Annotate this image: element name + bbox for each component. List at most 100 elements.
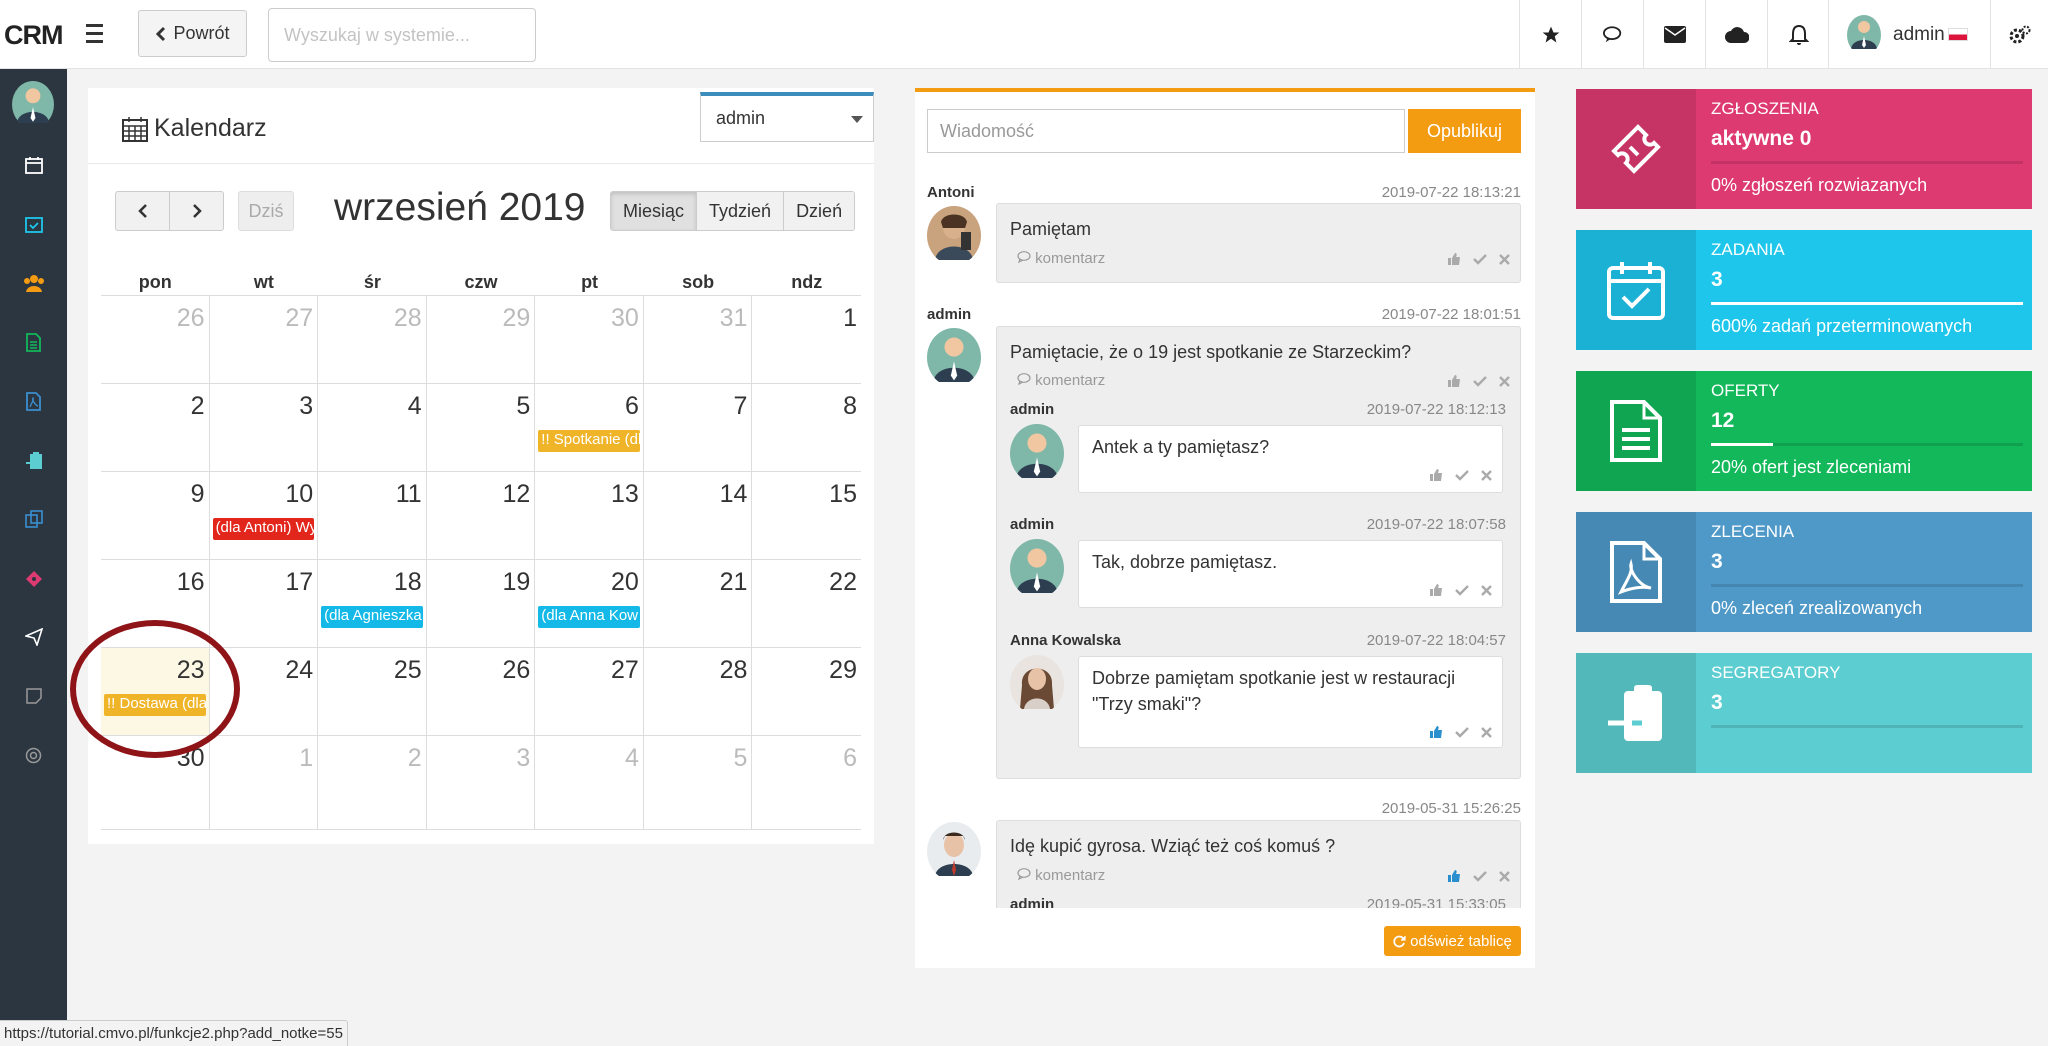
calendar-day[interactable]: 26 [427, 648, 536, 735]
calendar-day[interactable]: 19 [427, 560, 536, 647]
thumbs-up-icon[interactable] [1447, 252, 1461, 266]
sidebar-item-contacts[interactable] [0, 255, 67, 311]
sidebar-avatar[interactable] [12, 81, 54, 128]
comment-link[interactable]: komentarz [1017, 372, 1105, 389]
chat-bubbles-icon[interactable] [1581, 0, 1643, 69]
close-icon[interactable] [1481, 726, 1492, 738]
settings-cogs-icon[interactable] [1990, 0, 2048, 69]
sidebar-item-copies[interactable] [0, 491, 67, 547]
envelope-icon[interactable] [1643, 0, 1705, 69]
cloud-icon[interactable] [1705, 0, 1767, 69]
check-icon[interactable] [1455, 726, 1469, 738]
calendar-day[interactable]: 27 [535, 648, 644, 735]
calendar-event[interactable]: (dla Agnieszka [321, 606, 423, 628]
calendar-user-select[interactable]: admin [700, 92, 874, 142]
sidebar-item-orders[interactable] [0, 373, 67, 429]
calendar-day[interactable]: 8 [752, 384, 861, 471]
wall-feed[interactable]: Antoni 2019-07-22 18:13:21 Pamiętam kome… [915, 184, 1535, 908]
tile-offers[interactable]: OFERTY 12 20% ofert jest zleceniami [1576, 371, 2032, 491]
calendar-day[interactable]: 20 (dla Anna Kow [535, 560, 644, 647]
calendar-event[interactable]: !! Spotkanie (dla [538, 430, 640, 452]
calendar-day[interactable]: 28 [644, 648, 753, 735]
star-icon[interactable] [1519, 0, 1581, 69]
calendar-day[interactable]: 4 [535, 736, 644, 829]
calendar-prev-button[interactable] [115, 191, 170, 231]
menu-toggle-icon[interactable] [82, 20, 108, 46]
tile-tickets[interactable]: ZGŁOSZENIA aktywne 0 0% zgłoszeń rozwiaz… [1576, 89, 2032, 209]
view-month-button[interactable]: Miesiąc [611, 192, 697, 230]
calendar-day[interactable]: 5 [427, 384, 536, 471]
message-input[interactable] [927, 109, 1405, 153]
calendar-day[interactable]: 3 [427, 736, 536, 829]
calendar-day[interactable]: 28 [318, 296, 427, 383]
calendar-day[interactable]: 13 [535, 472, 644, 559]
calendar-day[interactable]: 5 [644, 736, 753, 829]
sidebar-item-email[interactable] [0, 727, 67, 783]
sidebar-item-binders[interactable] [0, 432, 67, 488]
view-day-button[interactable]: Dzień [783, 192, 855, 230]
sidebar-item-tasks[interactable] [0, 196, 67, 252]
calendar-day[interactable]: 26 [101, 296, 210, 383]
close-icon[interactable] [1481, 469, 1492, 481]
search-input[interactable] [268, 8, 536, 62]
thumbs-up-icon[interactable] [1429, 725, 1443, 739]
sidebar-item-notes[interactable] [0, 668, 67, 724]
user-menu[interactable]: admin [1828, 0, 1990, 69]
check-icon[interactable] [1455, 584, 1469, 596]
calendar-day[interactable]: 18 (dla Agnieszka [318, 560, 427, 647]
calendar-day[interactable]: 30 [535, 296, 644, 383]
calendar-day[interactable]: 31 [644, 296, 753, 383]
check-icon[interactable] [1473, 870, 1487, 882]
calendar-day[interactable]: 12 [427, 472, 536, 559]
sidebar-item-tickets[interactable] [0, 550, 67, 606]
back-button[interactable]: Powrót [138, 10, 247, 57]
calendar-day[interactable]: 2 [318, 736, 427, 829]
sidebar-item-calendar[interactable] [0, 137, 67, 193]
comment-link[interactable]: komentarz [1017, 867, 1105, 884]
check-icon[interactable] [1455, 469, 1469, 481]
calendar-day[interactable]: 9 [101, 472, 210, 559]
comment-link[interactable]: komentarz [1017, 250, 1105, 267]
close-icon[interactable] [1499, 253, 1510, 265]
calendar-day[interactable]: 29 [752, 648, 861, 735]
calendar-day[interactable]: 15 [752, 472, 861, 559]
calendar-day[interactable]: 17 [210, 560, 319, 647]
sidebar-item-offers[interactable] [0, 314, 67, 370]
calendar-day[interactable]: 4 [318, 384, 427, 471]
tile-tasks[interactable]: ZADANIA 3 600% zadań przeterminowanych [1576, 230, 2032, 350]
calendar-day[interactable]: 10 (dla Antoni) Wy [210, 472, 319, 559]
calendar-day[interactable]: 22 [752, 560, 861, 647]
calendar-day[interactable]: 3 [210, 384, 319, 471]
calendar-day[interactable]: 1 [752, 296, 861, 383]
check-icon[interactable] [1473, 375, 1487, 387]
calendar-today-button[interactable]: Dziś [238, 191, 294, 231]
calendar-day[interactable]: 6 [752, 736, 861, 829]
thumbs-up-icon[interactable] [1429, 583, 1443, 597]
close-icon[interactable] [1481, 584, 1492, 596]
calendar-day[interactable]: 11 [318, 472, 427, 559]
calendar-event[interactable]: (dla Antoni) Wy [212, 518, 315, 540]
thumbs-up-icon[interactable] [1429, 468, 1443, 482]
calendar-day[interactable]: 27 [210, 296, 319, 383]
calendar-day[interactable]: 7 [644, 384, 753, 471]
thumbs-up-icon[interactable] [1447, 374, 1461, 388]
thumbs-up-icon[interactable] [1447, 869, 1461, 883]
publish-button[interactable]: Opublikuj [1408, 109, 1521, 153]
calendar-day[interactable]: 29 [427, 296, 536, 383]
view-week-button[interactable]: Tydzień [696, 192, 784, 230]
tile-binders[interactable]: SEGREGATORY 3 [1576, 653, 2032, 773]
sidebar-item-send[interactable] [0, 609, 67, 665]
calendar-event[interactable]: (dla Anna Kow [538, 606, 640, 628]
refresh-wall-button[interactable]: odśwież tablicę [1384, 926, 1521, 956]
calendar-day[interactable]: 25 [318, 648, 427, 735]
calendar-day[interactable]: 21 [644, 560, 753, 647]
check-icon[interactable] [1473, 253, 1487, 265]
close-icon[interactable] [1499, 870, 1510, 882]
bell-icon[interactable] [1767, 0, 1829, 69]
calendar-day[interactable]: 6 !! Spotkanie (dla [535, 384, 644, 471]
tile-orders[interactable]: ZLECENIA 3 0% zleceń zrealizowanych [1576, 512, 2032, 632]
calendar-day[interactable]: 2 [101, 384, 210, 471]
calendar-day[interactable]: 14 [644, 472, 753, 559]
app-logo[interactable]: CRM [4, 20, 63, 51]
calendar-day[interactable]: 1 [210, 736, 319, 829]
